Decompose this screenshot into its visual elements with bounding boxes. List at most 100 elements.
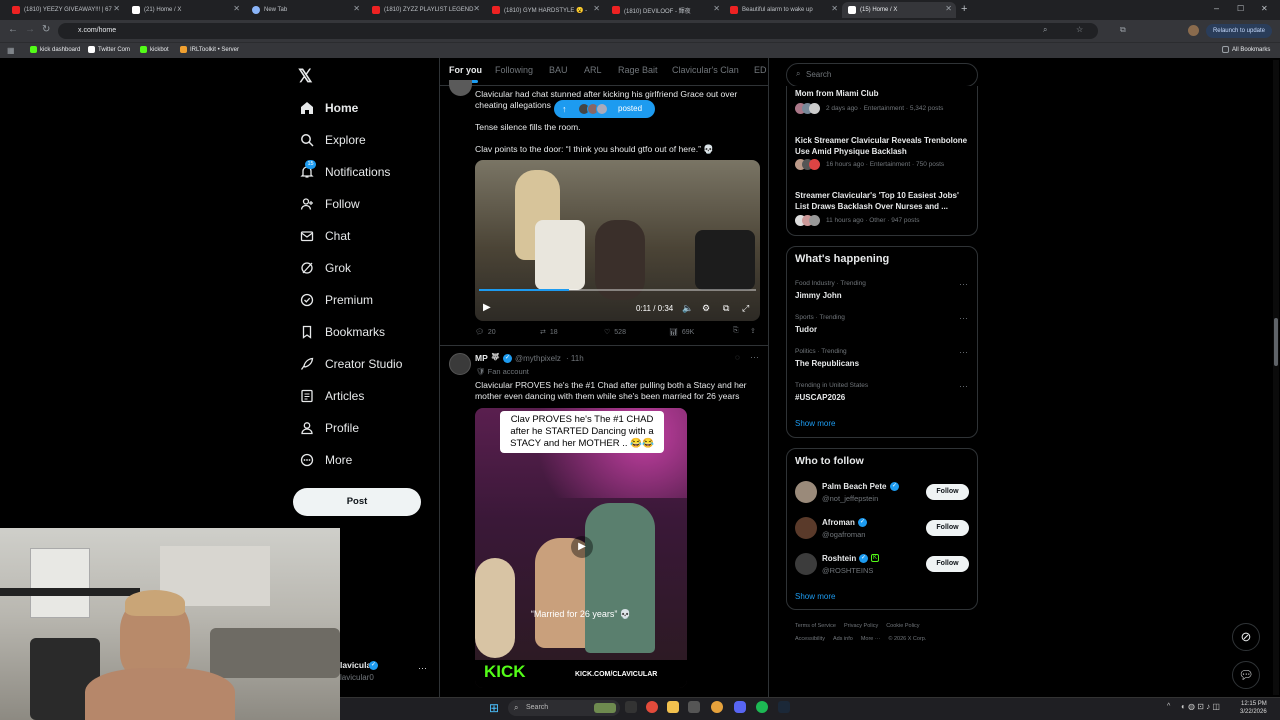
follow-name[interactable]: Roshtein xyxy=(822,554,856,563)
trend-more-icon[interactable]: ··· xyxy=(959,279,968,289)
close-tab-icon[interactable]: ✕ xyxy=(593,4,600,13)
bookmark-item[interactable]: kickbot xyxy=(140,46,169,53)
minimize-button[interactable]: – xyxy=(1214,3,1219,13)
close-tab-icon[interactable]: ✕ xyxy=(233,4,240,13)
nav-notifications[interactable]: 15 Notifications xyxy=(300,160,390,179)
footer-link[interactable]: Cookie Policy xyxy=(886,623,919,629)
scrollbar-track[interactable] xyxy=(1273,60,1279,695)
follow-name[interactable]: Palm Beach Pete xyxy=(822,482,886,491)
tab-ed[interactable]: ED xyxy=(754,65,768,75)
nav-chat[interactable]: Chat xyxy=(300,229,350,243)
browser-tab[interactable]: (21) Home / X ✕ xyxy=(126,2,244,18)
nav-more[interactable]: More xyxy=(300,453,352,467)
video-thumbnail[interactable]: Clav PROVES he's The #1 CHAD after he ST… xyxy=(475,408,687,688)
nav-follow[interactable]: Follow xyxy=(300,197,360,211)
trend-more-icon[interactable]: ··· xyxy=(959,381,968,391)
all-bookmarks[interactable]: All Bookmarks xyxy=(1222,46,1270,53)
trend-title[interactable]: Tudor xyxy=(795,325,817,334)
news-title[interactable]: Kick Streamer Clavicular Reveals Trenbol… xyxy=(795,135,970,157)
browser-tab[interactable]: (1810) DEVILOOF - 輝夜 ✕ xyxy=(606,2,724,18)
x-logo-icon[interactable]: 𝕏 xyxy=(298,66,313,87)
avatar[interactable] xyxy=(795,553,817,575)
news-title[interactable]: Streamer Clavicular's 'Top 10 Easiest Jo… xyxy=(795,190,973,212)
trend-title[interactable]: #USCAP2026 xyxy=(795,393,845,402)
follow-button[interactable]: Follow xyxy=(926,556,969,572)
extensions-icon[interactable]: ⧉ xyxy=(1120,25,1126,35)
footer-link[interactable]: More ··· xyxy=(861,636,881,642)
footer-link[interactable]: Accessibility xyxy=(795,636,825,642)
volume-icon[interactable]: 🔈 xyxy=(682,303,693,314)
bookmark-item[interactable]: Twitter Com xyxy=(88,46,130,53)
zoom-icon[interactable]: ⌕ xyxy=(1043,25,1047,35)
play-icon[interactable]: ▶ xyxy=(483,302,491,313)
settings-icon[interactable]: ⚙ xyxy=(702,303,710,314)
avatar[interactable] xyxy=(449,353,471,375)
task-view-icon[interactable] xyxy=(625,701,637,713)
footer-link[interactable]: Ads info xyxy=(833,636,853,642)
chrome-icon[interactable] xyxy=(711,701,723,713)
discord-icon[interactable] xyxy=(734,701,746,713)
post-button[interactable]: Post xyxy=(293,488,421,516)
tweet-time[interactable]: · 11h xyxy=(566,354,584,363)
browser-tab[interactable]: (1810) GYM HARDSTYLE 😮 - ✕ xyxy=(486,2,604,18)
browser-tab[interactable]: (1810) ZYZZ PLAYLIST LEGEND ✕ xyxy=(366,2,484,18)
url-bar[interactable]: x.com/home xyxy=(58,23,1098,39)
follow-name[interactable]: Afroman xyxy=(822,518,855,527)
trend-more-icon[interactable]: ··· xyxy=(959,347,968,357)
play-icon[interactable]: ▶ xyxy=(571,536,593,558)
trend-more-icon[interactable]: ··· xyxy=(959,313,968,323)
avatar[interactable] xyxy=(795,481,817,503)
bookmark-star-icon[interactable]: ☆ xyxy=(1076,25,1083,34)
nav-explore[interactable]: Explore xyxy=(300,133,366,147)
forward-icon[interactable]: → xyxy=(25,24,35,35)
avatar[interactable] xyxy=(449,80,472,96)
search-input[interactable]: ⌕ Search xyxy=(786,63,978,87)
tab-rage-bait[interactable]: Rage Bait xyxy=(618,65,658,75)
tray-chevron-icon[interactable]: ^ xyxy=(1167,703,1170,710)
maximize-button[interactable]: ☐ xyxy=(1237,4,1244,13)
file-explorer-icon[interactable] xyxy=(667,701,679,713)
views-button[interactable]: 📊︎ 69K xyxy=(669,328,694,337)
new-posts-pill[interactable]: ↑ posted xyxy=(554,100,655,118)
scrollbar-thumb[interactable] xyxy=(1274,318,1278,366)
show-more-link[interactable]: Show more xyxy=(795,592,835,601)
tab-arl[interactable]: ARL xyxy=(584,65,602,75)
tab-following[interactable]: Following xyxy=(495,65,533,75)
app-icon[interactable] xyxy=(688,701,700,713)
pip-icon[interactable]: ⧉ xyxy=(723,303,729,314)
taskbar-search[interactable]: ⌕ Search xyxy=(508,700,620,716)
close-tab-icon[interactable]: ✕ xyxy=(353,4,360,13)
tab-for-you[interactable]: For you xyxy=(449,65,482,75)
like-button[interactable]: ♡ 528 xyxy=(604,328,626,337)
avatar[interactable] xyxy=(795,517,817,539)
reload-icon[interactable]: ↻ xyxy=(42,24,50,35)
close-window-button[interactable]: ✕ xyxy=(1261,4,1268,13)
news-title[interactable]: Mom from Miami Club xyxy=(795,89,879,98)
nav-creator-studio[interactable]: Creator Studio xyxy=(300,357,402,371)
nav-articles[interactable]: Articles xyxy=(300,389,364,403)
grok-fab[interactable]: ⊘ xyxy=(1232,623,1260,651)
account-more-icon[interactable]: ··· xyxy=(418,663,427,673)
clock[interactable]: 12:15 PM 3/22/2026 xyxy=(1240,700,1267,716)
profile-avatar[interactable] xyxy=(1188,25,1199,36)
close-tab-icon[interactable]: ✕ xyxy=(713,4,720,13)
fullscreen-icon[interactable]: ⤢ xyxy=(742,303,749,314)
windows-start-icon[interactable]: ⊞ xyxy=(489,701,499,715)
trend-title[interactable]: The Republicans xyxy=(795,359,859,368)
follow-button[interactable]: Follow xyxy=(926,484,969,500)
more-icon[interactable]: ··· xyxy=(750,352,759,362)
close-tab-icon[interactable]: ✕ xyxy=(113,4,120,13)
share-icon[interactable]: ⇪ xyxy=(750,327,756,335)
nav-profile[interactable]: Profile xyxy=(300,421,359,435)
nav-premium[interactable]: Premium xyxy=(300,293,373,307)
bookmark-icon[interactable]: ⎘ xyxy=(733,327,739,335)
bookmark-item[interactable]: kick dashboard xyxy=(30,46,80,53)
author-name[interactable]: MP xyxy=(475,353,488,363)
video-player[interactable]: ▶ 0:11 / 0:34 🔈 ⚙ ⧉ ⤢ xyxy=(475,160,760,321)
close-tab-icon[interactable]: ✕ xyxy=(831,4,838,13)
author-handle[interactable]: @mythpixelz xyxy=(515,354,561,363)
chat-fab[interactable]: 💬︎ xyxy=(1232,661,1260,689)
apps-grid-icon[interactable]: ▦ xyxy=(7,46,15,55)
retweet-button[interactable]: ⇄ 18 xyxy=(540,328,558,337)
browser-tab[interactable]: New Tab ✕ xyxy=(246,2,364,18)
